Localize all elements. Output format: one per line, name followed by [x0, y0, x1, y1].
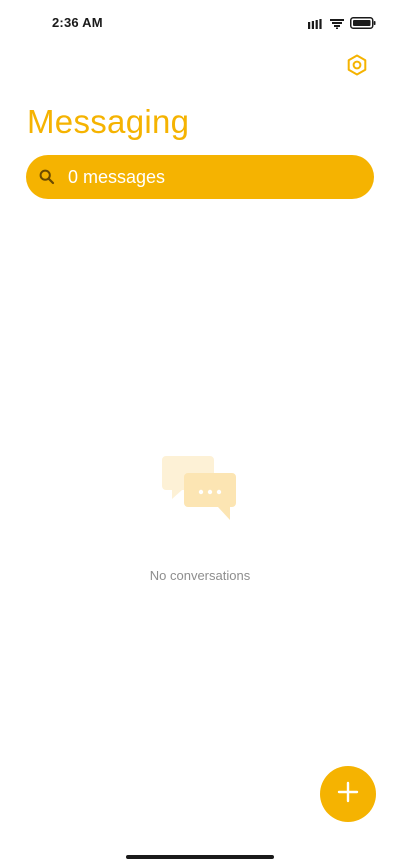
- settings-button[interactable]: [344, 54, 370, 80]
- battery-icon: [350, 16, 376, 34]
- status-time: 2:36 AM: [52, 15, 103, 30]
- search-label: 0 messages: [68, 166, 166, 187]
- home-indicator[interactable]: [126, 855, 274, 859]
- settings-icon: [346, 54, 368, 81]
- page-title: Messaging: [27, 103, 190, 140]
- plus-icon: [336, 780, 360, 809]
- wifi-icon: [330, 16, 344, 34]
- messaging-screen: 2:36 AM Messaging 0 messages No conversa…: [0, 0, 400, 866]
- new-conversation-button[interactable]: [320, 766, 376, 822]
- signal-bars-icon: [308, 16, 324, 34]
- search-icon: [38, 168, 56, 186]
- empty-state-text: No conversations: [149, 568, 251, 583]
- status-icons: [308, 16, 376, 34]
- search-bar[interactable]: 0 messages: [26, 155, 374, 199]
- chat-bubbles-icon: [162, 452, 238, 522]
